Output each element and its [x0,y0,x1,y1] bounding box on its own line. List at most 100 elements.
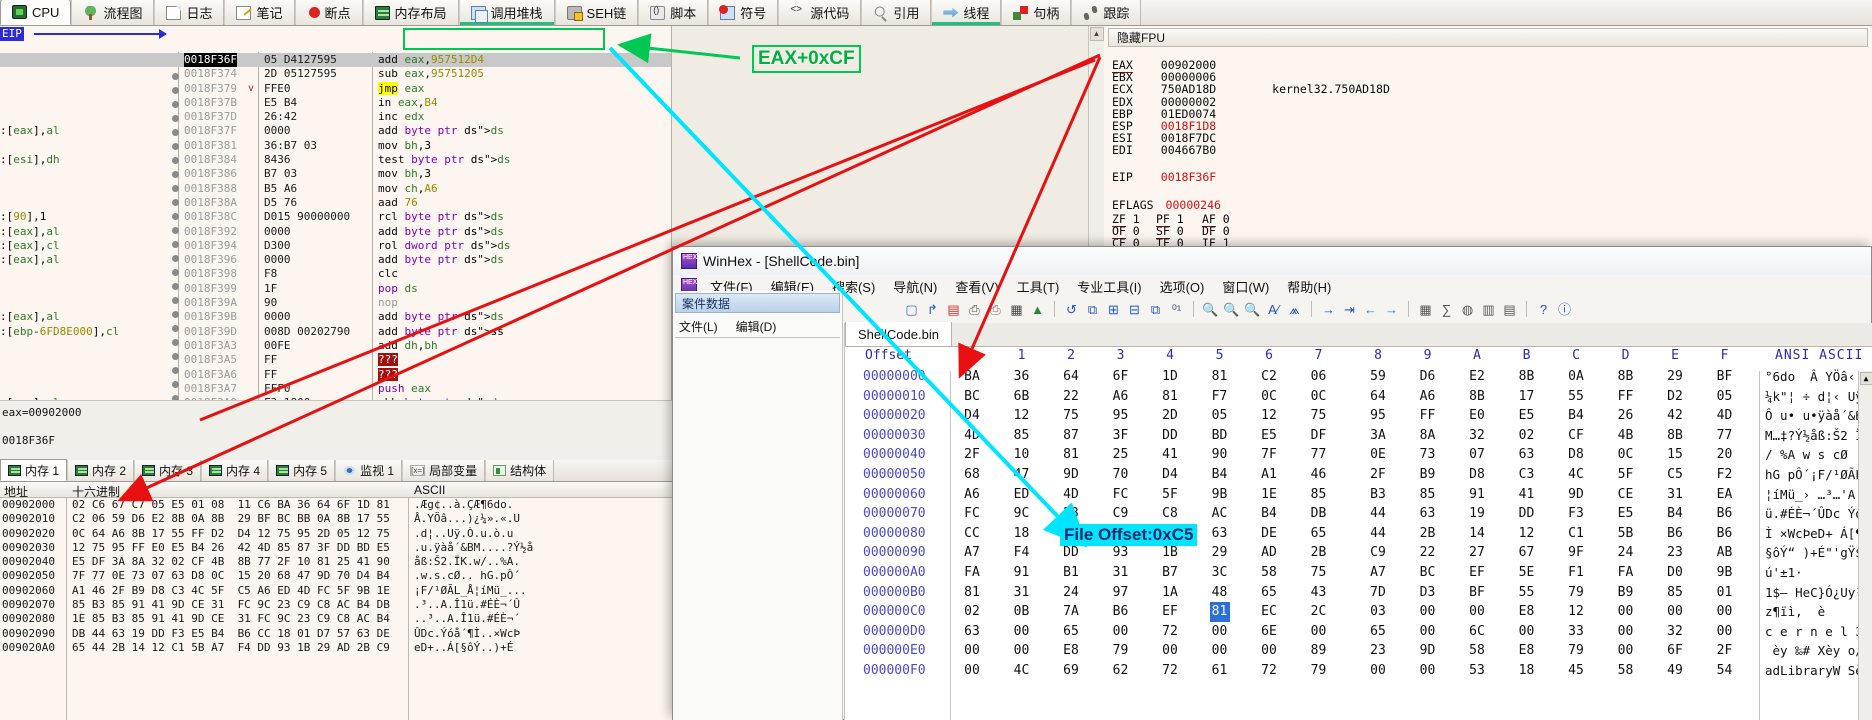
dump-ascii[interactable]: ..³..A.Î1ü.#ÉÈ¬´ [414,612,520,626]
register-value[interactable]: 004667B0 [1161,143,1216,157]
hex-byte[interactable]: 2D [1160,406,1180,426]
find-hex-icon[interactable]: 🔍 [1244,301,1261,318]
memory-dump-row[interactable]: 00902080 1E 85 B3 85 91 41 9D CE 31 FC 9C… [0,612,672,626]
hex-row[interactable]: 00000030 4D 85 87 3F DD BD E5 DF 3A 8A 32 02 CF 4B 8B 77… [845,426,1872,446]
tab-breakpoint[interactable]: 断点 [294,0,363,25]
hex-byte[interactable]: 44 [1368,504,1388,524]
winhex-case-data-panel[interactable]: 案件数据 文件(L) 编辑(D) [673,291,843,720]
print-icon[interactable]: ⎙ [966,301,983,318]
hex-byte[interactable]: F2 [1715,465,1735,485]
hex-byte[interactable]: 65 [1368,622,1388,642]
hex-byte[interactable]: 02 [962,602,982,622]
hex-byte[interactable]: 77 [1309,445,1329,465]
hex-byte[interactable]: C8 [1160,504,1180,524]
dump-tab-3[interactable]: 内存 3 [134,460,202,481]
disasm-row[interactable]: 0018F388 B5 A6 mov ch,A6 [0,182,671,196]
hex-byte[interactable]: 06 [1309,367,1329,387]
hex-byte[interactable]: BC [962,387,982,407]
hex-byte[interactable]: 00 [1665,602,1685,622]
disasm-row[interactable]: 0018F39B 0000 add byte ptr ds">ds:[eax],al [0,310,671,324]
hex-byte[interactable]: DD [1061,543,1081,563]
hex-byte[interactable]: 6E [1259,622,1279,642]
hex-byte[interactable]: B9 [1616,583,1636,603]
hex-byte[interactable]: 3F [1111,426,1131,446]
hex-byte[interactable]: 72 [1160,622,1180,642]
hex-byte[interactable]: 00 [1616,602,1636,622]
hex-byte[interactable]: 45 [1566,661,1586,681]
hex-byte[interactable]: 63 [1517,445,1537,465]
memory-dump-row[interactable]: 00902040 E5 DF 3A 8A 32 02 CF 4B 8B 77 2F… [0,555,672,569]
hex-byte[interactable]: D8 [1566,445,1586,465]
hex-byte[interactable]: 85 [1418,485,1438,505]
hex-byte[interactable]: EF [1160,602,1180,622]
hex-byte[interactable]: 27 [1467,543,1487,563]
menu-item[interactable]: 选项(O) [1151,277,1214,296]
hex-byte[interactable]: 5E [1517,563,1537,583]
hex-byte[interactable]: 79 [1111,641,1131,661]
hex-byte[interactable]: 61 [1210,661,1230,681]
info-icon[interactable]: ⓘ [1556,301,1573,318]
hex-row[interactable]: 00000010 BC 6B 22 A6 81 F7 0C 0C 64 A6 8B 17 55 FF D2 05… [845,387,1872,407]
hex-byte[interactable]: 8B [1665,426,1685,446]
hex-byte[interactable]: 0C [1309,387,1329,407]
hex-ascii[interactable]: c e r n e l 3 2 [1765,622,1872,642]
hex-byte[interactable]: 46 [1309,465,1329,485]
hex-byte[interactable]: 4B [1616,426,1636,446]
hex-byte[interactable]: E5 [1259,426,1279,446]
hex-byte[interactable]: 00 [1517,622,1537,642]
hex-byte[interactable]: 73 [1418,445,1438,465]
hex-ascii[interactable]: ¼k"¦ ÷ d¦‹ UÿÒ [1765,387,1870,407]
dump-tab-6[interactable]: 监视 1 [335,460,403,481]
hex-byte[interactable]: BD [1210,426,1230,446]
memory-dump-row[interactable]: 00902060 A1 46 2F B9 D8 C3 4C 5F C5 A6 ED… [0,584,672,598]
hex-byte[interactable]: B6 [1111,602,1131,622]
memory-dump-row[interactable]: 00902050 7F 77 0E 73 07 63 D8 0C 15 20 68… [0,569,672,583]
paste-icon[interactable]: ⊞ [1105,301,1122,318]
hex-ascii[interactable]: z¶ïì, è [1765,602,1848,622]
tab-flowchart[interactable]: 流程图 [71,0,155,25]
hex-byte[interactable]: 6B [1012,387,1032,407]
dump-ascii[interactable]: Â.YÖâ...)¿¼».«.U [414,512,520,526]
hex-byte[interactable]: 53 [1467,661,1487,681]
copy-all-icon[interactable]: ⧉ [1147,301,1164,318]
hex-vertical-scrollbar[interactable]: ▲ [1858,371,1872,720]
hex-byte[interactable]: 8B [1467,387,1487,407]
undo-icon[interactable]: ↺ [1063,301,1080,318]
hex-byte[interactable]: 63 [1418,504,1438,524]
hex-byte[interactable]: 00 [1012,622,1032,642]
dump-tab-1[interactable]: 内存 1 [0,459,68,481]
hex-byte[interactable]: 91 [1012,563,1032,583]
hex-byte[interactable]: ED [1012,485,1032,505]
hex-byte[interactable]: 00 [1259,641,1279,661]
register-value[interactable]: 0018F36F [1161,170,1216,184]
memory-dump-row[interactable]: 00902030 12 75 95 FF E0 E5 B4 26 42 4D 85… [0,541,672,555]
hex-byte[interactable]: 63 [1210,524,1230,544]
hex-byte[interactable]: 32 [1467,426,1487,446]
hex-row[interactable]: 00000040 2F 10 81 25 41 90 7F 77 0E 73 07 63 D8 0C 15 20… [845,445,1872,465]
hex-byte[interactable]: 00 [1418,602,1438,622]
open-icon[interactable]: ↱ [924,301,941,318]
disasm-row[interactable]: 0018F396 0000 add byte ptr ds">ds:[eax],al [0,253,671,267]
menu-item[interactable]: 查看(V) [946,277,1007,296]
hex-ascii[interactable]: ú'±1· [1765,563,1803,583]
hex-byte[interactable]: B6 [1715,504,1735,524]
hex-row[interactable]: 00000020 D4 12 75 95 2D 05 12 75 95 FF E0 E5 B4 26 42 4D… [845,406,1872,426]
hex-byte[interactable]: 9D [1418,641,1438,661]
hex-byte[interactable]: 02 [1517,426,1537,446]
hex-byte[interactable]: 12 [1012,406,1032,426]
hex-byte[interactable]: 6F [1111,367,1131,387]
hex-byte[interactable]: B7 [1160,563,1180,583]
hex-byte[interactable]: 25 [1111,445,1131,465]
hex-byte[interactable]: 00 [1368,661,1388,681]
hex-byte[interactable]: BC [1418,563,1438,583]
register-eip[interactable]: EIP 0018F36F [1112,170,1216,184]
hex-byte[interactable]: 97 [1111,583,1131,603]
dump-hex[interactable]: 85 B3 85 91 41 9D CE 31 FC 9C 23 C9 C8 A… [72,598,390,612]
dump-ascii[interactable]: eD+..Á[§ôÝ..)­+É [414,641,513,655]
file-menu-label[interactable]: 文件(L) [679,318,718,335]
dump-tab-2[interactable]: 内存 2 [67,460,135,481]
dump-hex[interactable]: A1 46 2F B9 D8 C3 4C 5F C5 A6 ED 4D FC 5… [72,584,390,598]
hex-byte[interactable]: B6 [1665,524,1685,544]
hex-byte[interactable]: 23 [1665,543,1685,563]
hex-byte[interactable]: F4 [1012,543,1032,563]
